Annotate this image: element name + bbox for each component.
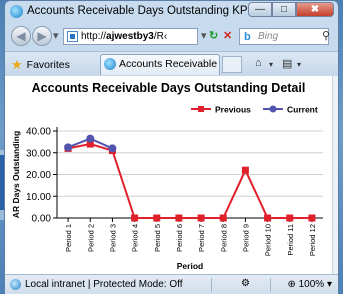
x-axis-label: Period <box>177 261 203 271</box>
search-input[interactable]: b Bing ⚲ <box>239 28 330 45</box>
legend-label: Previous <box>215 105 251 115</box>
home-icon[interactable]: ⌂ <box>255 57 262 69</box>
home-dropdown-icon[interactable]: ▾ <box>269 60 273 69</box>
page-content: Accounts Receivable Days Outstanding Det… <box>5 76 332 274</box>
status-bar: Local intranet | Protected Mode: Off ⚙ ⊕… <box>5 274 338 294</box>
y-axis-label: AR Days Outstanding <box>11 131 21 218</box>
ie-logo-icon <box>10 5 23 18</box>
search-placeholder: Bing <box>258 31 279 42</box>
x-tick-label: Period 7 <box>197 224 206 252</box>
x-tick-label: Period 9 <box>241 224 250 252</box>
data-point <box>108 144 117 153</box>
tab-page-icon <box>104 58 116 70</box>
data-point <box>131 214 139 222</box>
x-tick-label: Period 10 <box>264 224 273 256</box>
x-tick-label: Period 8 <box>219 224 228 252</box>
status-separator <box>211 278 212 292</box>
browser-window: Accounts Receivable Days Outstanding KPI… <box>4 0 339 294</box>
data-point <box>175 214 183 222</box>
vertical-scrollbar[interactable] <box>332 76 338 274</box>
data-point <box>241 166 249 174</box>
minimize-button[interactable]: — <box>248 2 272 17</box>
x-tick-label: Period 11 <box>286 224 295 256</box>
stop-icon[interactable]: ✕ <box>223 29 232 42</box>
data-point <box>86 134 95 143</box>
back-button[interactable]: ◀ <box>11 26 31 46</box>
forward-arrow-icon: ▶ <box>37 29 47 43</box>
url-prefix: http:// <box>81 31 107 42</box>
favorites-bar: ★ Favorites Accounts Receivable Da... ⌂ … <box>5 51 338 77</box>
x-tick-label: Period 12 <box>308 224 317 256</box>
forward-button[interactable]: ▶ <box>32 26 52 46</box>
page-icon <box>67 31 78 42</box>
protected-mode-icon[interactable]: ⚙ <box>241 278 250 289</box>
data-point <box>286 214 294 222</box>
history-dropdown-icon[interactable]: ▾ <box>53 29 59 42</box>
data-point <box>197 214 205 222</box>
url-rest: /R‹ <box>153 31 168 42</box>
address-dropdown-icon[interactable]: ▾ <box>201 29 207 42</box>
intranet-globe-icon <box>10 279 21 290</box>
star-icon: ★ <box>11 57 23 72</box>
data-point <box>264 214 272 222</box>
navigation-bar: ◀ ▶ ▾ http://ajwestby3/R‹ ▾ ↻ ✕ b Bing ⚲ <box>5 23 338 51</box>
favorites-label: Favorites <box>26 59 70 71</box>
title-bar[interactable]: Accounts Receivable Days Outstanding KPI… <box>5 1 338 23</box>
data-point <box>308 214 316 222</box>
bing-logo-icon: b <box>244 31 251 43</box>
favorites-button[interactable]: ★ Favorites <box>11 57 70 73</box>
tab-label: Accounts Receivable Da... <box>119 58 219 70</box>
url-host: ajwestby3 <box>106 31 154 42</box>
status-text: Local intranet | Protected Mode: Off <box>25 279 183 290</box>
refresh-icon[interactable]: ↻ <box>209 29 218 42</box>
y-tick-label: 0.00 <box>32 214 52 225</box>
data-point <box>64 143 73 152</box>
data-point <box>153 214 161 222</box>
back-arrow-icon: ◀ <box>16 29 26 43</box>
y-tick-label: 20.00 <box>26 170 51 181</box>
close-button[interactable]: ✖ <box>296 2 334 17</box>
address-bar[interactable]: http://ajwestby3/R‹ <box>63 28 198 45</box>
x-tick-label: Period 1 <box>64 224 73 252</box>
zoom-level: 100% <box>298 279 325 290</box>
x-tick-label: Period 2 <box>86 224 95 252</box>
legend-label: Current <box>287 105 318 115</box>
x-tick-label: Period 6 <box>175 224 184 252</box>
y-tick-label: 30.00 <box>26 148 51 159</box>
window-controls: — □ ✖ <box>248 2 334 19</box>
y-tick-label: 10.00 <box>26 192 51 203</box>
new-tab-button[interactable] <box>222 56 242 73</box>
zoom-control[interactable]: ⊕ 100% ▾ <box>287 279 332 290</box>
legend-marker <box>198 106 204 112</box>
line-chart: 0.00 10.00 20.00 30.00 40.00 Period 1 Period 2… <box>11 105 323 271</box>
search-icon[interactable]: ⚲ <box>322 29 330 44</box>
status-separator <box>270 278 271 292</box>
maximize-button[interactable]: □ <box>272 2 296 17</box>
x-tick-label: Period 5 <box>153 224 162 252</box>
feeds-dropdown-icon[interactable]: ▾ <box>297 60 301 69</box>
y-tick-label: 40.00 <box>26 127 51 138</box>
legend-marker <box>269 105 277 113</box>
data-point <box>219 214 227 222</box>
feeds-icon[interactable]: ▤ <box>282 57 292 70</box>
series-line <box>67 143 312 219</box>
browser-tab[interactable]: Accounts Receivable Da... <box>100 54 220 75</box>
x-tick-label: Period 4 <box>131 224 140 252</box>
x-tick-label: Period 3 <box>108 224 117 252</box>
